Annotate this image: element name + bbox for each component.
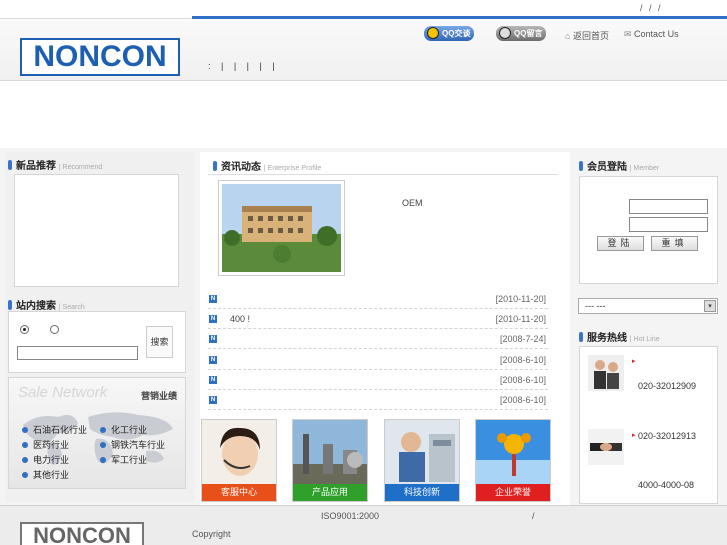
industry-item[interactable]: 其他行业 <box>22 468 87 483</box>
login-heading: 会员登陆 | Member <box>579 158 659 173</box>
phone-1: 020-32012909 <box>638 381 697 391</box>
news-row[interactable]: N 400 ! [2010-11-20] <box>208 309 548 329</box>
contact-link[interactable]: ✉ Contact Us <box>624 29 679 40</box>
sale-network-watermark: Sale Network <box>18 384 108 401</box>
hotline-heading: 服务热线 | Hot Line <box>579 329 660 344</box>
home-link[interactable]: ⌂ 返回首页 <box>565 29 609 42</box>
tile-label: 企业荣誉 <box>476 484 550 501</box>
search-radio-2[interactable] <box>50 325 59 334</box>
handshake-photo <box>588 429 624 465</box>
news-n-icon: N <box>209 315 217 323</box>
company-photo[interactable] <box>218 180 345 276</box>
refinery-photo <box>293 420 367 486</box>
tile-label: 客服中心 <box>202 484 276 501</box>
tile-product-application[interactable]: 产品应用 <box>292 419 368 502</box>
qq-message-label: QQ留言 <box>514 29 543 38</box>
news-row[interactable]: N [2008-6-10] <box>208 390 548 410</box>
arrow-icon: ▸ <box>632 432 636 439</box>
oem-text: OEM <box>402 198 423 208</box>
main-nav[interactable]: : | | | | | <box>208 61 279 71</box>
phone-2: 020-32012913 <box>638 431 697 441</box>
search-button[interactable]: 搜索 <box>146 326 173 358</box>
qq-chat-button[interactable]: QQ交谈 <box>424 26 474 41</box>
news-n-icon: N <box>209 376 217 384</box>
industry-item[interactable]: 钢铁汽车行业 <box>100 438 165 453</box>
qq-penguin-icon <box>499 27 511 39</box>
news-n-icon: N <box>209 295 217 303</box>
heading-marker-icon <box>579 161 583 171</box>
reset-button[interactable]: 重填 <box>651 236 698 251</box>
industry-item[interactable]: 石油石化行业 <box>22 423 87 438</box>
footer-iso: ISO9001:2000 <box>321 511 380 521</box>
qq-penguin-icon <box>427 27 439 39</box>
search-input[interactable] <box>17 346 138 360</box>
industry-item[interactable]: 电力行业 <box>22 453 87 468</box>
footer-slash: / <box>532 511 535 521</box>
building-photo <box>222 184 341 272</box>
news-row[interactable]: N [2008-7-24] <box>208 329 548 349</box>
footer-copyright: Copyright <box>192 529 231 539</box>
industry-list-right: 化工行业 钢铁汽车行业 军工行业 <box>100 423 165 468</box>
site-logo[interactable]: NONCON <box>20 38 180 76</box>
industry-item[interactable]: 化工行业 <box>100 423 165 438</box>
phone-3: 4000-4000-08 <box>638 480 695 490</box>
search-heading: 站内搜索 | Search <box>8 297 85 312</box>
businessmen-photo <box>588 355 624 391</box>
heading-marker-icon <box>213 161 217 171</box>
sales-title: 营销业绩 <box>141 391 178 401</box>
link-select[interactable]: --- --- ▾ <box>578 298 718 314</box>
top-links[interactable]: / / / <box>640 3 663 13</box>
banner <box>0 82 727 148</box>
heading-marker-icon <box>8 160 12 170</box>
industry-item[interactable]: 军工行业 <box>100 453 165 468</box>
service-photo <box>202 420 276 486</box>
qq-chat-label: QQ交谈 <box>442 29 471 38</box>
login-button[interactable]: 登陆 <box>597 236 644 251</box>
industry-item[interactable]: 医药行业 <box>22 438 87 453</box>
news-n-icon: N <box>209 356 217 364</box>
news-row[interactable]: N [2010-11-20] <box>208 289 548 309</box>
tile-customer-service[interactable]: 客服中心 <box>201 419 277 502</box>
tile-label: 科技创新 <box>385 484 459 501</box>
heading-marker-icon <box>8 300 12 310</box>
heading-marker-icon <box>579 332 583 342</box>
news-row[interactable]: N [2008-6-10] <box>208 370 548 390</box>
new-products-box <box>14 174 179 287</box>
username-input[interactable] <box>629 199 708 214</box>
news-row[interactable]: N [2008-6-10] <box>208 350 548 370</box>
tile-label: 产品应用 <box>293 484 367 501</box>
password-input[interactable] <box>629 217 708 232</box>
tile-technology-innovation[interactable]: 科技创新 <box>384 419 460 502</box>
dropdown-arrow-icon: ▾ <box>704 300 716 312</box>
search-radio-1[interactable] <box>20 325 29 334</box>
arrow-icon: ▸ <box>632 358 636 365</box>
news-n-icon: N <box>209 396 217 404</box>
home-icon: ⌂ <box>565 31 573 41</box>
industry-list-left: 石油石化行业 医药行业 电力行业 其他行业 <box>22 423 87 483</box>
lab-photo <box>385 420 459 486</box>
tile-corporate-honors[interactable]: 企业荣誉 <box>475 419 551 502</box>
honor-photo <box>476 420 550 486</box>
new-products-heading: 新品推荐 | Recommend <box>8 157 102 172</box>
news-heading: 资讯动态 | Enterprise Profile <box>213 158 321 173</box>
divider <box>208 174 558 175</box>
news-n-icon: N <box>209 335 217 343</box>
mail-icon: ✉ <box>624 29 635 39</box>
footer-logo: NONCON <box>20 522 144 545</box>
qq-message-button[interactable]: QQ留言 <box>496 26 546 41</box>
